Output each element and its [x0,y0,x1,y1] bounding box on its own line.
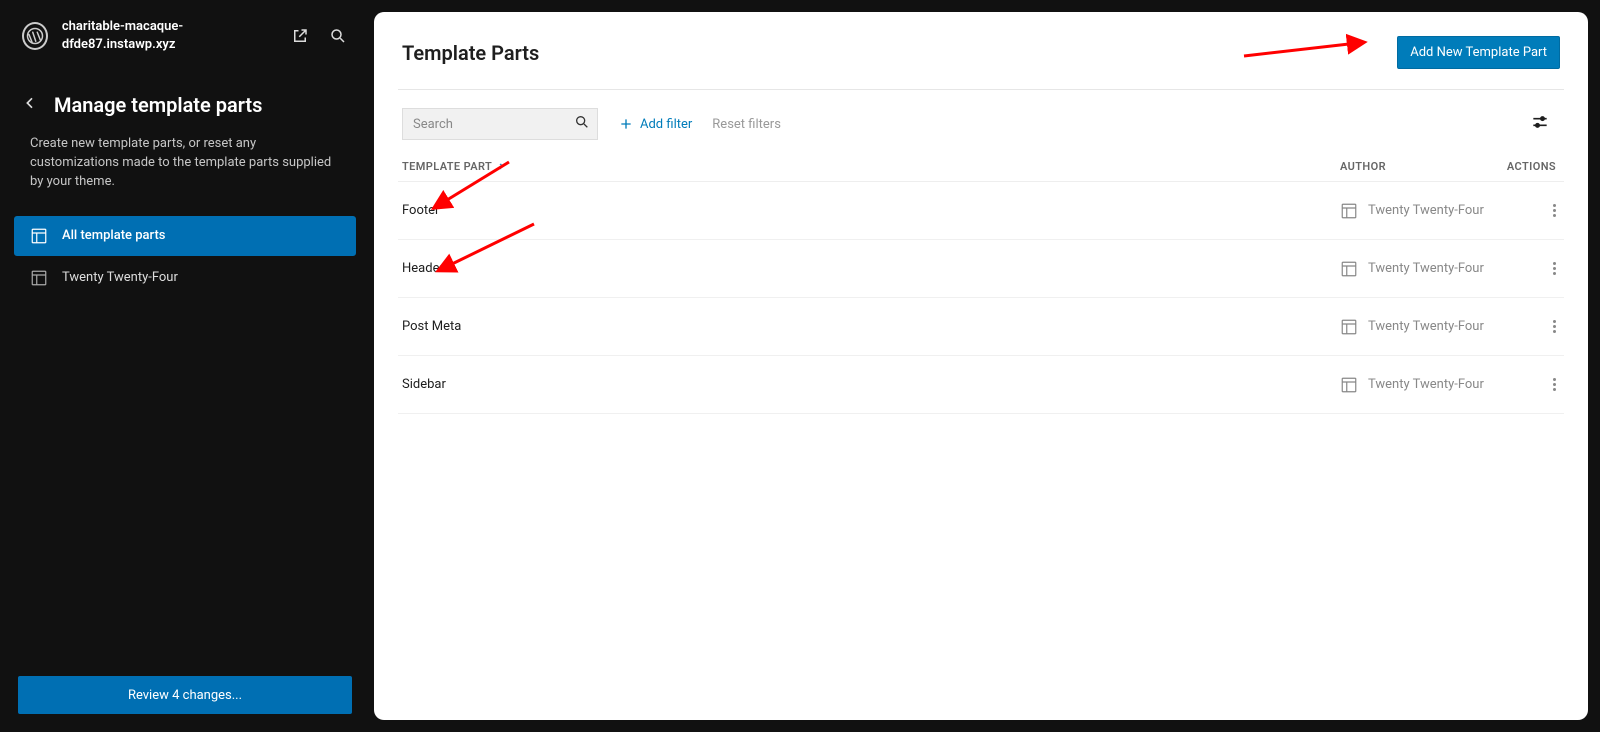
template-part-author: Twenty Twenty-Four [1340,318,1500,336]
layout-icon [30,269,48,287]
search-icon[interactable] [328,26,348,46]
table-row: Header Twenty Twenty-Four [398,240,1564,298]
table-row: Post Meta Twenty Twenty-Four [398,298,1564,356]
site-name: charitable-macaque-dfde87.instawp.xyz [62,18,276,53]
template-part-name[interactable]: Footer [402,203,1340,218]
table-header-row: TEMPLATE PART ↑ AUTHOR ACTIONS [398,152,1564,182]
content-panel: Template Parts Add New Template Part Add… [374,12,1588,720]
sidebar: charitable-macaque-dfde87.instawp.xyz Ma… [0,0,370,732]
add-filter-button[interactable]: Add filter [618,116,692,132]
template-part-name[interactable]: Sidebar [402,377,1340,392]
back-chevron-icon[interactable] [22,95,38,116]
sidebar-item-label: Twenty Twenty-Four [62,270,178,285]
column-header-template[interactable]: TEMPLATE PART ↑ [402,160,1340,173]
add-new-template-part-button[interactable]: Add New Template Part [1397,36,1560,69]
template-part-name[interactable]: Header [402,261,1340,276]
table-row: Footer Twenty Twenty-Four [398,182,1564,240]
sidebar-item-all-template-parts[interactable]: All template parts [14,216,356,256]
row-actions-button[interactable] [1500,320,1560,333]
sidebar-description: Create new template parts, or reset any … [0,131,370,216]
kebab-icon [1553,378,1556,391]
search-input[interactable] [402,108,598,140]
layout-icon [1340,318,1358,336]
layout-icon [30,227,48,245]
template-part-author: Twenty Twenty-Four [1340,260,1500,278]
template-part-author: Twenty Twenty-Four [1340,376,1500,394]
table-row: Sidebar Twenty Twenty-Four [398,356,1564,414]
divider [398,89,1564,90]
search-wrap [402,108,598,140]
sidebar-header: charitable-macaque-dfde87.instawp.xyz [0,0,370,53]
row-actions-button[interactable] [1500,378,1560,391]
review-changes-button[interactable]: Review 4 changes... [18,676,352,714]
sidebar-title: Manage template parts [54,93,262,117]
reset-filters-button[interactable]: Reset filters [712,117,781,132]
content-header: Template Parts Add New Template Part [398,36,1564,89]
sidebar-title-row: Manage template parts [0,53,370,131]
column-header-author[interactable]: AUTHOR [1340,160,1500,173]
sidebar-item-theme[interactable]: Twenty Twenty-Four [14,258,356,298]
sort-ascending-icon: ↑ [498,161,503,172]
search-icon [574,114,590,134]
kebab-icon [1553,320,1556,333]
column-header-actions: ACTIONS [1500,160,1560,173]
page-title: Template Parts [402,41,539,65]
layout-icon [1340,376,1358,394]
layout-icon [1340,260,1358,278]
layout-icon [1340,202,1358,220]
toolbar: Add filter Reset filters [398,108,1564,152]
template-part-author: Twenty Twenty-Four [1340,202,1500,220]
wordpress-logo-icon[interactable] [22,22,48,50]
kebab-icon [1553,204,1556,217]
add-filter-label: Add filter [640,117,692,132]
view-options-icon[interactable] [1530,112,1560,136]
template-part-name[interactable]: Post Meta [402,319,1340,334]
kebab-icon [1553,262,1556,275]
open-site-icon[interactable] [290,26,310,46]
sidebar-item-label: All template parts [62,228,166,243]
row-actions-button[interactable] [1500,204,1560,217]
row-actions-button[interactable] [1500,262,1560,275]
